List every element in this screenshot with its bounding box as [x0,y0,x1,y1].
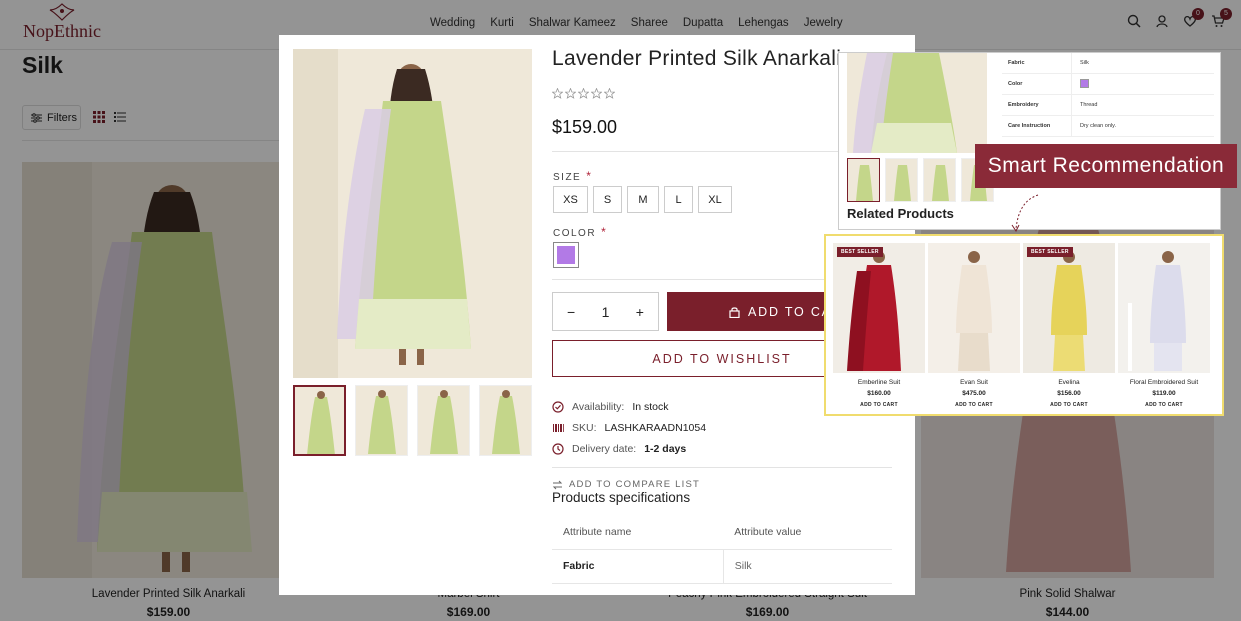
related-product-image[interactable]: BEST SELLER [833,243,925,373]
smart-recommendation-badge: Smart Recommendation [975,144,1237,188]
spec-attr-name: Fabric [552,549,724,584]
availability-label: Availability: [572,401,625,413]
product-thumbnails [293,385,532,456]
related-add-to-cart-button[interactable]: ADD TO CART [928,402,1020,408]
delivery-value: 1-2 days [644,443,687,455]
related-product-price: $119.00 [1152,390,1176,397]
preview-thumbnail[interactable] [885,158,918,202]
related-products-carousel: BEST SELLER Emberline Suit $160.00 ADD T… [824,234,1224,416]
spec-attr-name: Color [1002,74,1072,94]
related-product-card[interactable]: BEST SELLER Emberline Suit $160.00 ADD T… [833,243,925,408]
related-product-name[interactable]: Evelina [1023,379,1115,386]
color-label: COLOR * [553,225,608,239]
related-product-image[interactable]: BEST SELLER [1023,243,1115,373]
related-add-to-cart-button[interactable]: ADD TO CART [1118,402,1210,408]
spec-attr-value: Silk [722,549,892,584]
product-title: Lavender Printed Silk Anarkali [552,47,842,70]
product-main-image[interactable] [293,49,532,378]
related-product-name[interactable]: Emberline Suit [833,379,925,386]
table-header-row: Attribute name Attribute value [552,515,892,550]
size-option-m[interactable]: M [627,186,659,213]
lock-bag-icon [729,306,740,318]
table-row: Embroidery Thread [1002,95,1214,116]
divider [552,467,892,468]
color-swatch-small [1080,78,1089,88]
star-icon [591,88,602,99]
preview-thumbnail[interactable] [923,158,956,202]
clock-history-icon [552,443,564,455]
related-product-card[interactable]: Floral Embroidered Suit $119.00 ADD TO C… [1118,243,1210,408]
related-product-card[interactable]: BEST SELLER Evelina $156.00 ADD TO CART [1023,243,1115,408]
star-icon [552,88,563,99]
spec-title: Products specifications [552,490,691,505]
related-product-name[interactable]: Evan Suit [928,379,1020,386]
specifications-table: Attribute name Attribute value Fabric Si… [552,515,892,584]
related-product-image[interactable] [1118,243,1210,373]
thumbnail-4[interactable] [479,385,532,456]
table-row: Fabric Silk [552,549,892,584]
barcode-icon [553,424,564,432]
size-option-xl[interactable]: XL [698,186,732,213]
spec-header-value: Attribute value [723,515,892,550]
table-row: Color [1002,74,1214,95]
thumbnail-3[interactable] [417,385,470,456]
related-add-to-cart-button[interactable]: ADD TO CART [1023,402,1115,408]
availability-value: In stock [632,401,669,413]
related-product-card[interactable]: Evan Suit $475.00 ADD TO CART [928,243,1020,408]
related-add-to-cart-button[interactable]: ADD TO CART [833,402,925,408]
size-option-s[interactable]: S [593,186,622,213]
compare-label: ADD TO COMPARE LIST [569,479,701,490]
spec-attr-value: Silk [1080,60,1089,66]
sku-label: SKU: [572,422,597,434]
related-product-name[interactable]: Floral Embroidered Suit [1118,379,1210,386]
spec-attr-name: Embroidery [1002,95,1072,115]
quantity-stepper: − 1 + [552,292,659,331]
spec-attr-name: Care Instruction [1002,116,1072,136]
spec-attr-value: Dry clean only. [1080,123,1116,129]
table-row: Care Instruction Dry clean only. [1002,116,1214,137]
related-products-title: Related Products [847,206,954,221]
sku-row: SKU: LASHKARAADN1054 [552,422,706,434]
star-icon [565,88,576,99]
increase-qty-button[interactable]: + [636,304,644,320]
preview-main-image [847,53,987,153]
related-product-price: $160.00 [867,390,891,397]
related-product-image[interactable] [928,243,1020,373]
size-option-xs[interactable]: XS [553,186,588,213]
delivery-label: Delivery date: [572,443,637,455]
spec-attr-name: Fabric [1002,53,1072,73]
star-icon [578,88,589,99]
thumbnail-2[interactable] [355,385,408,456]
size-option-l[interactable]: L [664,186,693,213]
preview-spec-table: Fabric Silk Color Embroidery Thread Care I… [1002,53,1214,137]
preview-thumbnail[interactable] [847,158,880,202]
table-row: Fabric Silk [1002,53,1214,74]
related-product-price: $156.00 [1057,390,1081,397]
pointer-arrow-icon [1011,194,1039,232]
thumbnail-1[interactable] [293,385,346,456]
quantity-value[interactable]: 1 [602,304,610,320]
related-product-price: $475.00 [962,390,986,397]
rating-stars[interactable] [552,88,615,99]
quick-view-modal: Lavender Printed Silk Anarkali $159.00 S… [279,35,915,595]
best-seller-badge: BEST SELLER [837,247,883,257]
spec-header-name: Attribute name [552,515,724,550]
check-circle-icon [552,401,564,413]
size-label: SIZE * [553,169,593,183]
compare-arrows-icon [552,480,563,489]
spec-attr-value: Thread [1080,102,1098,108]
color-swatch[interactable] [553,242,579,268]
availability-row: Availability: In stock [552,401,669,413]
add-to-compare-link[interactable]: ADD TO COMPARE LIST [552,479,700,490]
best-seller-badge: BEST SELLER [1027,247,1073,257]
delivery-row: Delivery date: 1-2 days [552,443,686,455]
decrease-qty-button[interactable]: − [567,304,575,320]
size-options: XS S M L XL [553,186,732,213]
product-price: $159.00 [552,117,618,137]
preview-thumbnails [847,158,994,202]
star-icon [604,88,615,99]
sku-value: LASHKARAADN1054 [604,422,707,434]
